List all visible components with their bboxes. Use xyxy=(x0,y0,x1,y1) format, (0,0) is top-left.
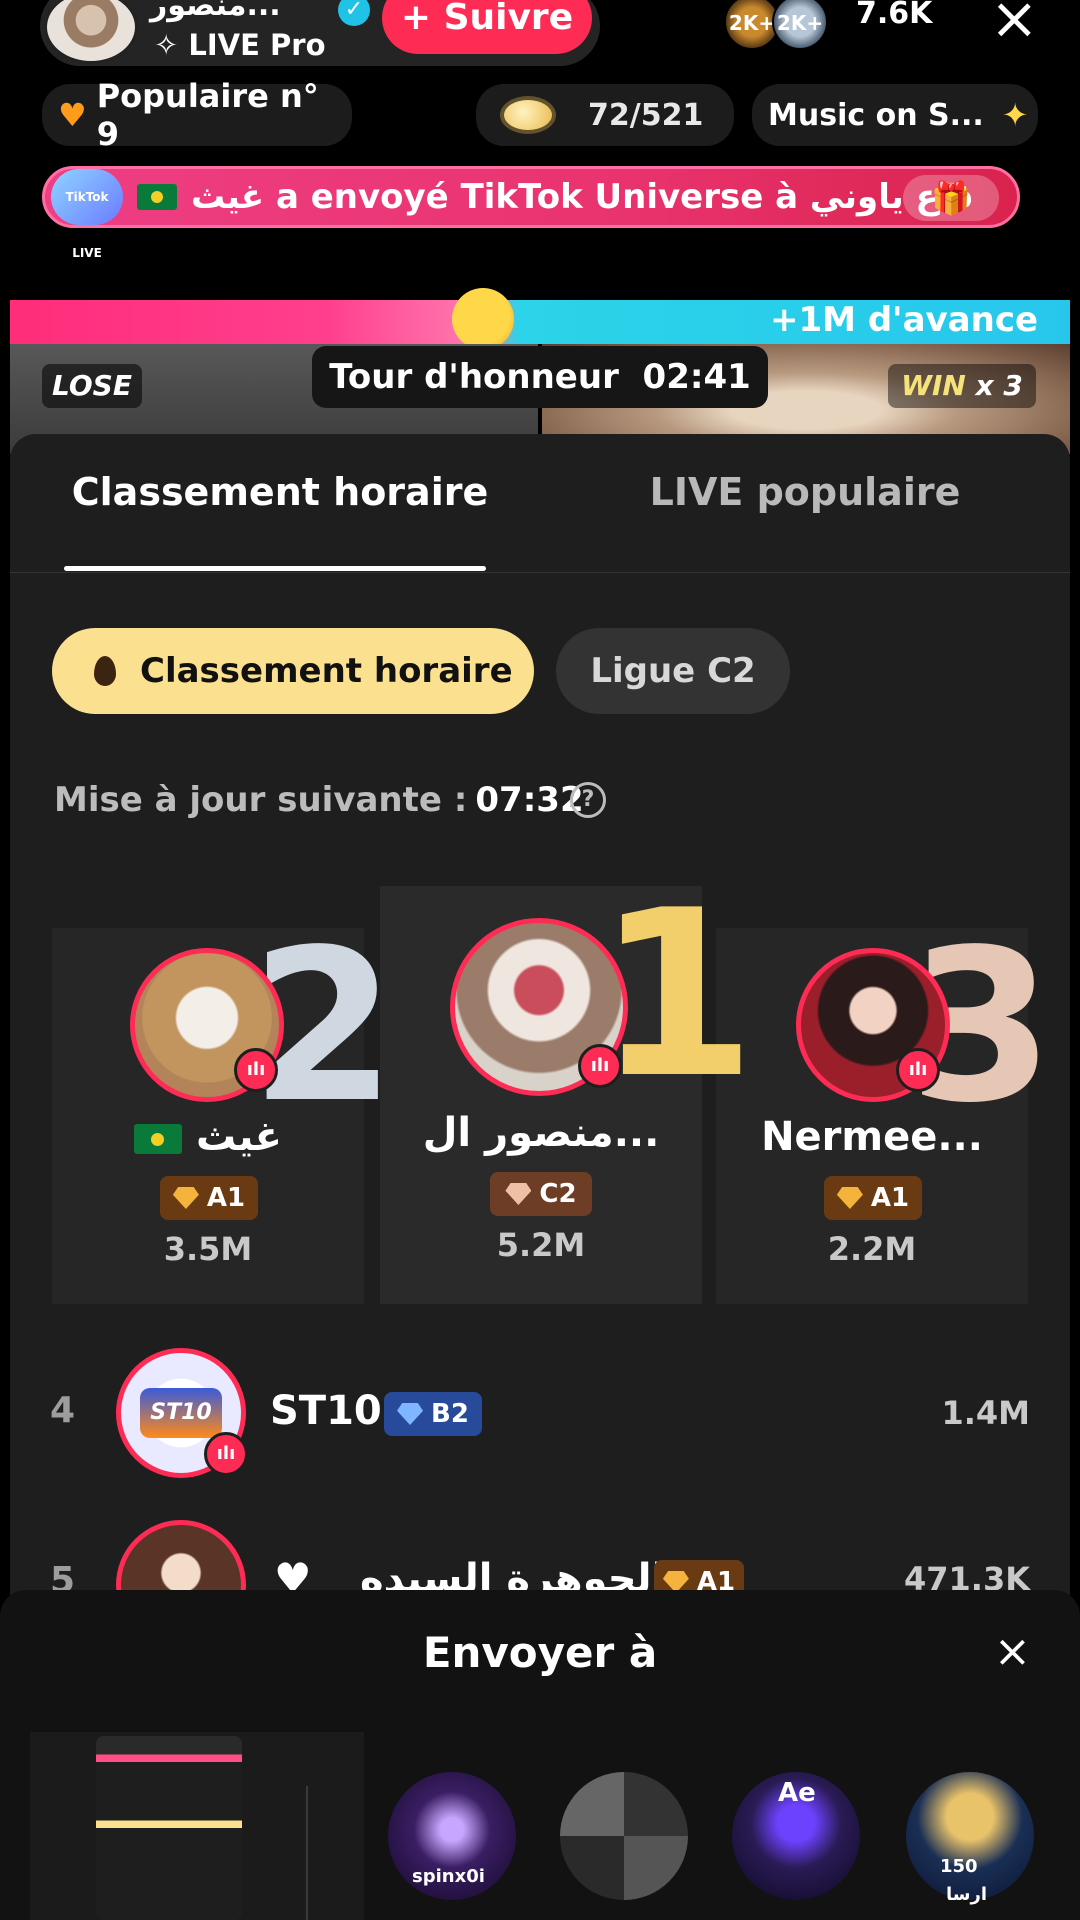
round-time: 02:41 xyxy=(642,357,751,397)
podium-name-third[interactable]: Nermee... xyxy=(716,1114,1028,1160)
win-multiplier: x 3 xyxy=(975,369,1023,402)
podium-score-third: 2.2M xyxy=(827,1230,917,1268)
contact-avatar[interactable] xyxy=(560,1772,688,1900)
gem-icon xyxy=(172,1187,199,1209)
gem-icon xyxy=(836,1187,863,1209)
share-preview-thumbnail xyxy=(96,1736,242,1920)
podium-name-text: غيث xyxy=(196,1114,282,1160)
host-sub-label: ✧ LIVE Pro xyxy=(154,28,326,62)
league-badge-label: C2 xyxy=(539,1179,577,1209)
list-item-rank: 4 xyxy=(50,1390,76,1431)
chip-hourly-label: Classement horaire xyxy=(140,651,513,691)
battle-emoji-icon xyxy=(452,288,514,350)
league-badge: C2 xyxy=(490,1172,592,1216)
gift-icon[interactable]: 🎁 xyxy=(903,175,999,221)
contact-avatar[interactable] xyxy=(906,1772,1034,1900)
gift-banner-message: غيث a envoyé TikTok Universe à قاع ياوني xyxy=(191,177,974,217)
rocket-icon: ✦ xyxy=(1001,96,1029,134)
league-badge-label: A1 xyxy=(870,1183,910,1213)
battle-lead-text: +1M d'avance xyxy=(770,300,1039,340)
next-update: Mise à jour suivante :07:32 xyxy=(54,780,584,820)
send-to-title: Envoyer à xyxy=(422,1628,658,1677)
tab-divider xyxy=(10,572,1070,573)
follow-button[interactable]: + Suivre xyxy=(382,0,592,54)
league-badge: B2 xyxy=(384,1392,482,1436)
chip-league[interactable]: Ligue C2 xyxy=(556,628,790,714)
viewer-count[interactable]: 7.6K xyxy=(856,0,932,31)
heart-icon: ♥ xyxy=(58,96,87,134)
planet-icon xyxy=(504,100,552,130)
league-badge: A1 xyxy=(824,1176,922,1220)
league-badge-label: A1 xyxy=(206,1183,246,1213)
contact-label: Ae xyxy=(778,1778,816,1808)
music-pill[interactable]: Music on S... ✦ xyxy=(752,84,1038,146)
preview-divider xyxy=(306,1786,308,1920)
gift-banner[interactable]: TikTok LIVE غيث a envoyé TikTok Universe… xyxy=(42,166,1020,260)
close-icon[interactable]: × xyxy=(990,0,1039,50)
list-item-score: 1.4M xyxy=(941,1394,1030,1432)
list-item-name[interactable]: ST10 xyxy=(270,1388,382,1434)
league-badge: A1 xyxy=(160,1176,258,1220)
flame-icon xyxy=(94,656,116,686)
popular-rank-pill[interactable]: ♥ Populaire n° 9 xyxy=(42,77,352,153)
planet-progress-value: 72/521 xyxy=(588,97,704,133)
st10-logo: ST10 xyxy=(140,1388,222,1438)
mauritania-flag-icon xyxy=(137,184,177,210)
tab-active-indicator xyxy=(64,566,486,571)
chip-hourly-ranking[interactable]: Classement horaire xyxy=(52,628,534,714)
tiktok-live-logo: TikTok LIVE xyxy=(51,169,123,260)
tab-live-popular[interactable]: LIVE populaire xyxy=(540,470,1070,514)
contact-label: ارسا xyxy=(946,1884,987,1905)
tab-hourly-ranking[interactable]: Classement horaire xyxy=(10,470,550,514)
mic-icon: ılı xyxy=(578,1044,622,1088)
planet-progress-pill[interactable]: 72/521 xyxy=(476,84,734,146)
round-timer: Tour d'honneur 02:41 xyxy=(312,346,768,408)
gem-icon xyxy=(505,1183,532,1205)
close-icon[interactable]: × xyxy=(994,1626,1031,1677)
mic-icon: ılı xyxy=(234,1048,278,1092)
mic-icon: ılı xyxy=(204,1432,248,1476)
podium-score-second: 3.5M xyxy=(163,1230,253,1268)
podium-score-first: 5.2M xyxy=(496,1226,586,1264)
contact-label: spinx0i xyxy=(412,1866,485,1887)
league-badge-label: B2 xyxy=(431,1399,469,1429)
top-viewer-avatars[interactable]: 2K+ 2K+ xyxy=(724,0,844,50)
lose-badge: LOSE xyxy=(42,364,142,408)
mic-icon: ılı xyxy=(896,1048,940,1092)
help-icon[interactable]: ? xyxy=(570,782,606,818)
contact-coin-count: 150 xyxy=(940,1856,978,1877)
host-name: منصور... xyxy=(150,0,281,23)
win-label: WIN xyxy=(901,369,966,402)
music-label: Music on S... xyxy=(768,97,984,133)
next-update-label: Mise à jour suivante : xyxy=(54,780,468,820)
win-badge: WIN x 3 xyxy=(888,364,1036,408)
podium-name-second[interactable]: غيث xyxy=(52,1114,364,1160)
next-update-time: 07:32 xyxy=(475,780,584,820)
viewer-avatar[interactable]: 2K+ xyxy=(772,0,828,50)
round-label: Tour d'honneur xyxy=(329,357,619,397)
popular-rank-label: Populaire n° 9 xyxy=(96,77,319,153)
gem-icon xyxy=(397,1403,424,1425)
podium-name-first[interactable]: منصور ال... xyxy=(380,1110,702,1156)
mauritania-flag-icon xyxy=(134,1124,182,1154)
